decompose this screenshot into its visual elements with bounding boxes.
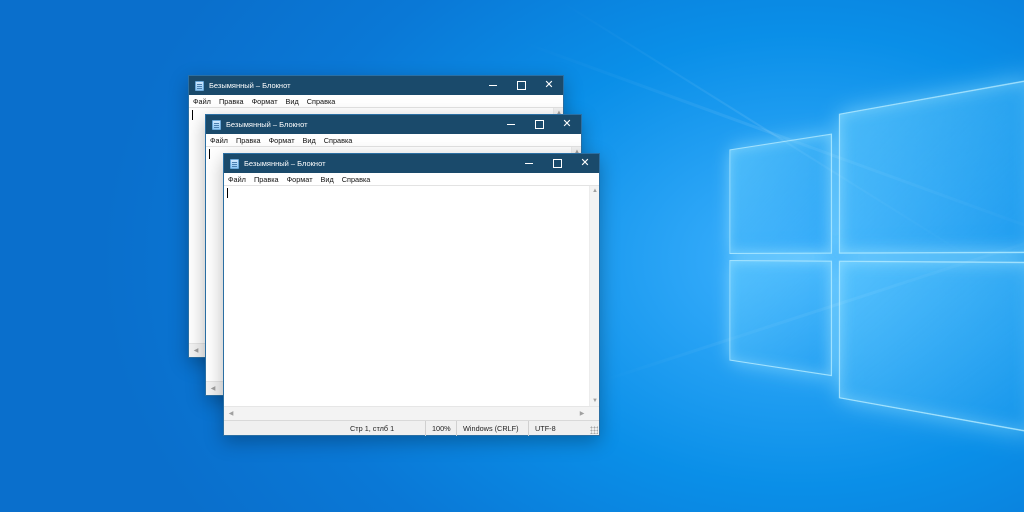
- scroll-left-icon[interactable]: ◀: [226, 407, 236, 421]
- window-title: Безымянный – Блокнот: [226, 120, 308, 129]
- close-icon[interactable]: ✕: [553, 115, 581, 134]
- status-line-endings: Windows (CRLF): [456, 421, 528, 436]
- menu-edit[interactable]: Правка: [254, 175, 279, 184]
- minimize-icon[interactable]: [479, 76, 507, 95]
- text-caret: [209, 149, 210, 159]
- menu-bar: Файл Правка Формат Вид Справка: [206, 134, 581, 146]
- logo-pane: [838, 260, 1024, 434]
- menu-view[interactable]: Вид: [321, 175, 334, 184]
- title-bar[interactable]: Безымянный – Блокнот ✕: [189, 76, 563, 95]
- minimize-icon[interactable]: [497, 115, 525, 134]
- menu-format[interactable]: Формат: [269, 136, 295, 145]
- maximize-icon[interactable]: [525, 115, 553, 134]
- notepad-window-front[interactable]: Безымянный – Блокнот ✕ Файл Правка Форма…: [223, 153, 600, 436]
- maximize-icon[interactable]: [543, 154, 571, 173]
- text-caret: [192, 110, 193, 120]
- status-cursor-position: Стр 1, стлб 1: [350, 424, 395, 433]
- scroll-right-icon[interactable]: ▶: [577, 407, 587, 421]
- menu-file[interactable]: Файл: [193, 97, 211, 106]
- menu-format[interactable]: Формат: [252, 97, 278, 106]
- menu-file[interactable]: Файл: [228, 175, 246, 184]
- menu-help[interactable]: Справка: [307, 97, 336, 106]
- text-caret: [227, 188, 228, 198]
- logo-pane: [729, 133, 833, 254]
- status-bar: Стр 1, стлб 1 100% Windows (CRLF) UTF-8: [224, 420, 599, 436]
- title-bar[interactable]: Безымянный – Блокнот ✕: [206, 115, 581, 134]
- notepad-icon: [230, 158, 239, 169]
- status-zoom: 100%: [425, 421, 456, 436]
- menu-help[interactable]: Справка: [324, 136, 353, 145]
- resize-grip-icon[interactable]: [590, 426, 598, 434]
- windows-logo: [726, 78, 1024, 434]
- window-title: Безымянный – Блокнот: [244, 159, 326, 168]
- menu-edit[interactable]: Правка: [219, 97, 244, 106]
- status-encoding: UTF-8: [528, 421, 588, 436]
- logo-pane: [729, 260, 833, 377]
- maximize-icon[interactable]: [507, 76, 535, 95]
- close-icon[interactable]: ✕: [535, 76, 563, 95]
- menu-view[interactable]: Вид: [286, 97, 299, 106]
- title-bar[interactable]: Безымянный – Блокнот ✕: [224, 154, 599, 173]
- menu-file[interactable]: Файл: [210, 136, 228, 145]
- menu-view[interactable]: Вид: [303, 136, 316, 145]
- vertical-scrollbar[interactable]: ▲ ▼: [589, 186, 599, 406]
- menu-bar: Файл Правка Формат Вид Справка: [224, 173, 599, 185]
- scroll-left-icon[interactable]: ◀: [191, 344, 201, 358]
- menu-help[interactable]: Справка: [342, 175, 371, 184]
- close-icon[interactable]: ✕: [571, 154, 599, 173]
- scroll-up-icon[interactable]: ▲: [590, 186, 600, 196]
- scroll-down-icon[interactable]: ▼: [590, 396, 600, 406]
- minimize-icon[interactable]: [515, 154, 543, 173]
- window-title: Безымянный – Блокнот: [209, 81, 291, 90]
- menu-edit[interactable]: Правка: [236, 136, 261, 145]
- desktop-background: Безымянный – Блокнот ✕ Файл Правка Форма…: [0, 0, 1024, 512]
- menu-format[interactable]: Формат: [287, 175, 313, 184]
- logo-pane: [838, 78, 1024, 254]
- menu-bar: Файл Правка Формат Вид Справка: [189, 95, 563, 107]
- notepad-icon: [195, 80, 204, 91]
- horizontal-scrollbar[interactable]: ◀ ▶: [224, 406, 599, 420]
- scroll-left-icon[interactable]: ◀: [208, 382, 218, 396]
- notepad-icon: [212, 119, 221, 130]
- text-editor[interactable]: ▲ ▼: [224, 185, 599, 406]
